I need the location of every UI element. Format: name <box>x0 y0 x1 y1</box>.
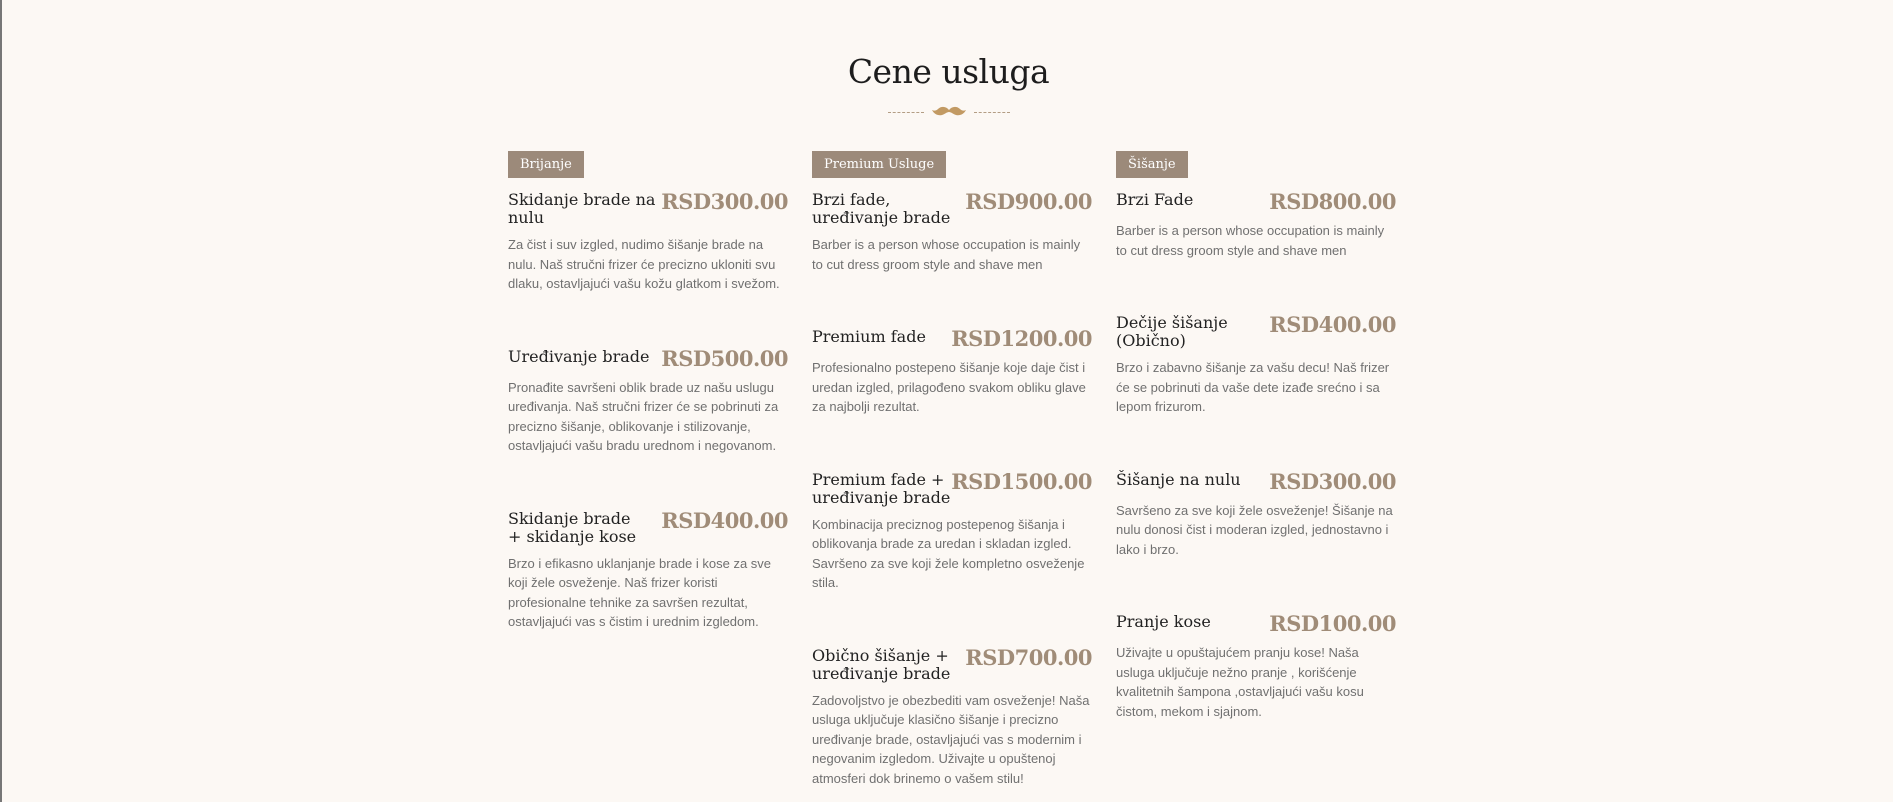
service-description: Pronađite savršeni oblik brade uz našu u… <box>508 379 779 454</box>
service-price: RSD900.00 <box>965 189 1092 214</box>
service-name: Premium fade + uređivanje brade <box>812 469 951 507</box>
service-price: RSD400.00 <box>661 507 788 533</box>
category-tag[interactable]: Brijanje <box>508 151 584 178</box>
service-price: RSD100.00 <box>1269 611 1396 636</box>
service-price: RSD400.00 <box>1269 312 1396 337</box>
divider-dash-right <box>973 111 1010 113</box>
price-column-brijanje: Brijanje Skidanje brade na nulu RSD300.0… <box>508 151 788 632</box>
service-description: Brzo i efikasno uklanjanje brade i kose … <box>508 555 772 630</box>
service-name: Obično šišanje + uređivanje brade <box>812 645 951 683</box>
price-column-sisanje: Šišanje Brzi Fade RSD800.00 Barber is a … <box>1116 151 1396 721</box>
page-title: Cene usluga <box>847 52 1050 91</box>
service-item: Brzi fade, uređivanje brade RSD900.00 Ba… <box>812 191 1092 274</box>
service-name: Uređivanje brade <box>508 346 650 366</box>
service-name: Skidanje brade na nulu <box>508 190 656 227</box>
service-item: Uređivanje brade RSD500.00 Pronađite sav… <box>508 345 788 456</box>
service-name: Šišanje na nulu <box>1116 469 1241 489</box>
category-tag[interactable]: Premium Usluge <box>812 151 947 178</box>
service-description: Barber is a person whose occupation is m… <box>1116 223 1385 258</box>
service-price: RSD1500.00 <box>951 468 1092 494</box>
service-name: Brzi Fade <box>1116 190 1194 209</box>
service-item: Dečije šišanje (Obično) RSD400.00 Brzo i… <box>1116 314 1396 417</box>
service-item: Premium fade RSD1200.00 Profesionalno po… <box>812 328 1092 417</box>
service-price: RSD500.00 <box>661 345 788 371</box>
service-description: Barber is a person whose occupation is m… <box>812 237 1081 272</box>
service-item: Skidanje brade + skidanje kose RSD400.00… <box>508 507 788 632</box>
category-tag[interactable]: Šišanje <box>1116 151 1188 178</box>
service-item: Skidanje brade na nulu RSD300.00 Za čist… <box>508 191 788 294</box>
title-divider <box>2 106 1893 118</box>
service-description: Savršeno za sve koji žele osveženje! Šiš… <box>1116 502 1393 557</box>
service-item: Šišanje na nulu RSD300.00 Savršeno za sv… <box>1116 468 1396 560</box>
service-name: Brzi fade, uređivanje brade <box>812 190 951 227</box>
service-price: RSD700.00 <box>965 644 1092 670</box>
service-item: Pranje kose RSD100.00 Uživajte u opuštaj… <box>1116 613 1396 721</box>
service-price: RSD300.00 <box>1269 468 1396 494</box>
service-description: Za čist i suv izgled, nudimo šišanje bra… <box>508 237 780 291</box>
service-name: Pranje kose <box>1116 612 1211 631</box>
service-name: Premium fade <box>812 327 926 346</box>
service-description: Brzo i zabavno šišanje za vašu decu! Naš… <box>1116 360 1390 414</box>
price-column-premium: Premium Usluge Brzi fade, uređivanje bra… <box>812 151 1092 788</box>
service-price: RSD800.00 <box>1269 189 1396 214</box>
service-description: Profesionalno postepeno šišanje koje daj… <box>812 360 1086 414</box>
service-item: Obično šišanje + uređivanje brade RSD700… <box>812 644 1092 789</box>
divider-dash-left <box>887 111 924 113</box>
service-description: Zadovoljstvo je obezbediti vam osveženje… <box>812 692 1090 786</box>
service-description: Uživajte u opuštajućem pranju kose! Naša… <box>1116 645 1364 719</box>
service-item: Brzi Fade RSD800.00 Barber is a person w… <box>1116 191 1396 260</box>
service-item: Premium fade + uređivanje brade RSD1500.… <box>812 468 1092 593</box>
service-price: RSD1200.00 <box>951 326 1092 351</box>
service-name: Skidanje brade + skidanje kose <box>508 508 637 546</box>
mustache-icon <box>931 106 966 118</box>
service-price: RSD300.00 <box>661 189 788 214</box>
service-description: Kombinacija preciznog postepenog šišanja… <box>812 516 1085 591</box>
service-name: Dečije šišanje (Obično) <box>1116 313 1228 350</box>
